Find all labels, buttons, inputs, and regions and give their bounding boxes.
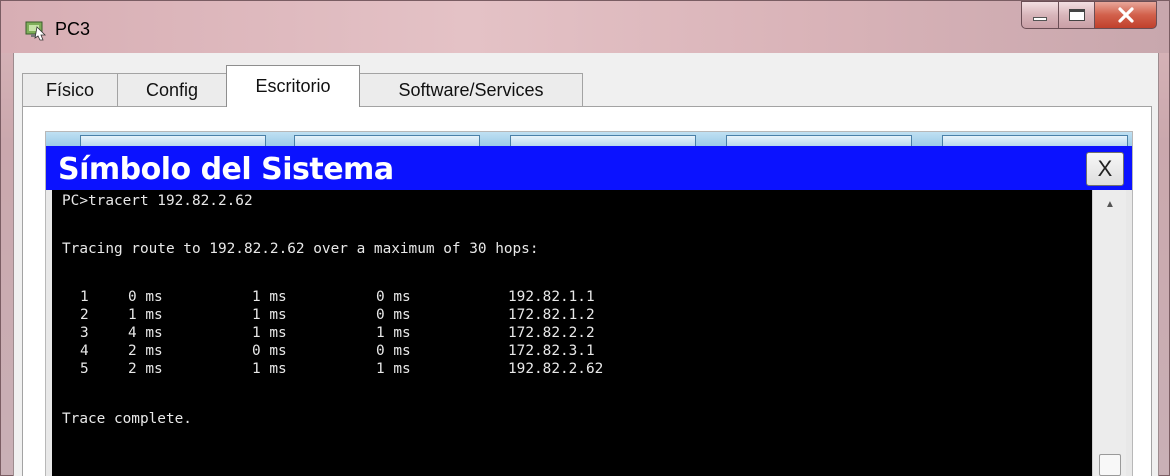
tab-software-services[interactable]: Software/Services (359, 73, 583, 107)
hop-rtt: 0 ms (128, 289, 163, 305)
tab-label: Físico (45, 80, 94, 100)
window-titlebar[interactable]: PC3 (1, 1, 1169, 53)
command-prompt-title: Símbolo del Sistema (58, 152, 394, 187)
hop-address: 192.82.2.62 (508, 361, 604, 377)
tab-label: Escritorio (255, 76, 331, 96)
minimize-button[interactable] (1021, 1, 1059, 29)
tab-config[interactable]: Config (117, 73, 227, 107)
minimize-icon (1033, 17, 1047, 21)
desktop-app-icon[interactable] (942, 135, 1128, 146)
hop-rtt: 1 ms (252, 361, 287, 377)
hop-number: 1 (80, 289, 89, 305)
trace-complete-text: Trace complete. (62, 411, 192, 427)
hop-rtt: 0 ms (376, 343, 411, 359)
hop-rtt: 0 ms (252, 343, 287, 359)
command-prompt-titlebar: Símbolo del Sistema X (46, 146, 1132, 190)
hop-address: 192.82.1.1 (508, 289, 595, 305)
command-line: PC>tracert 192.82.2.62 (62, 193, 253, 209)
hop-rtt: 1 ms (128, 307, 163, 323)
tracing-header: Tracing route to 192.82.2.62 over a maxi… (62, 241, 539, 257)
close-button[interactable] (1095, 1, 1157, 29)
hop-rtt: 0 ms (376, 307, 411, 323)
hop-rtt: 4 ms (128, 325, 163, 341)
command-prompt-close-button[interactable]: X (1086, 152, 1124, 186)
terminal-scrollbar[interactable]: ▲ (1092, 190, 1126, 476)
desktop-app-icon[interactable] (80, 135, 266, 146)
tab-fisico[interactable]: Físico (22, 73, 118, 107)
desktop-app-icons-strip (46, 132, 1132, 146)
caption-buttons (1021, 1, 1157, 31)
tab-label: Config (145, 80, 199, 100)
desktop-area: Símbolo del Sistema X PC>tracert 192.82.… (45, 131, 1133, 476)
hop-number: 3 (80, 325, 89, 341)
window-title: PC3 (55, 19, 91, 39)
hop-rtt: 1 ms (376, 361, 411, 377)
scroll-up-arrow-icon[interactable]: ▲ (1093, 194, 1127, 214)
desktop-app-icon[interactable] (726, 135, 912, 146)
hop-rtt: 2 ms (128, 343, 163, 359)
hop-rtt: 1 ms (252, 325, 287, 341)
hop-number: 2 (80, 307, 89, 323)
tab-bar: Físico Config Escritorio Software/Servic… (22, 61, 583, 107)
desktop-panel: Símbolo del Sistema X PC>tracert 192.82.… (22, 107, 1152, 476)
close-icon (1117, 7, 1134, 23)
scroll-thumb[interactable] (1099, 454, 1121, 476)
hop-rtt: 1 ms (252, 289, 287, 305)
tab-label: Software/Services (398, 80, 544, 100)
terminal-output[interactable]: PC>tracert 192.82.2.62 Tracing route to … (52, 190, 1092, 476)
hop-rtt: 1 ms (376, 325, 411, 341)
tab-escritorio[interactable]: Escritorio (226, 65, 360, 107)
window-client-area: Físico Config Escritorio Software/Servic… (13, 53, 1159, 476)
hop-rtt: 0 ms (376, 289, 411, 305)
desktop-app-icon[interactable] (510, 135, 696, 146)
hop-rtt: 1 ms (252, 307, 287, 323)
maximize-button[interactable] (1059, 1, 1095, 29)
hop-number: 4 (80, 343, 89, 359)
pc3-window: PC3 Físico Config Escritorio Software/Se… (0, 0, 1170, 476)
hop-number: 5 (80, 361, 89, 377)
hop-rtt: 2 ms (128, 361, 163, 377)
hop-address: 172.82.2.2 (508, 325, 595, 341)
maximize-icon (1068, 9, 1085, 21)
hop-address: 172.82.3.1 (508, 343, 595, 359)
desktop-app-icon[interactable] (294, 135, 480, 146)
packet-tracer-pc-icon (25, 21, 46, 41)
hop-address: 172.82.1.2 (508, 307, 595, 323)
